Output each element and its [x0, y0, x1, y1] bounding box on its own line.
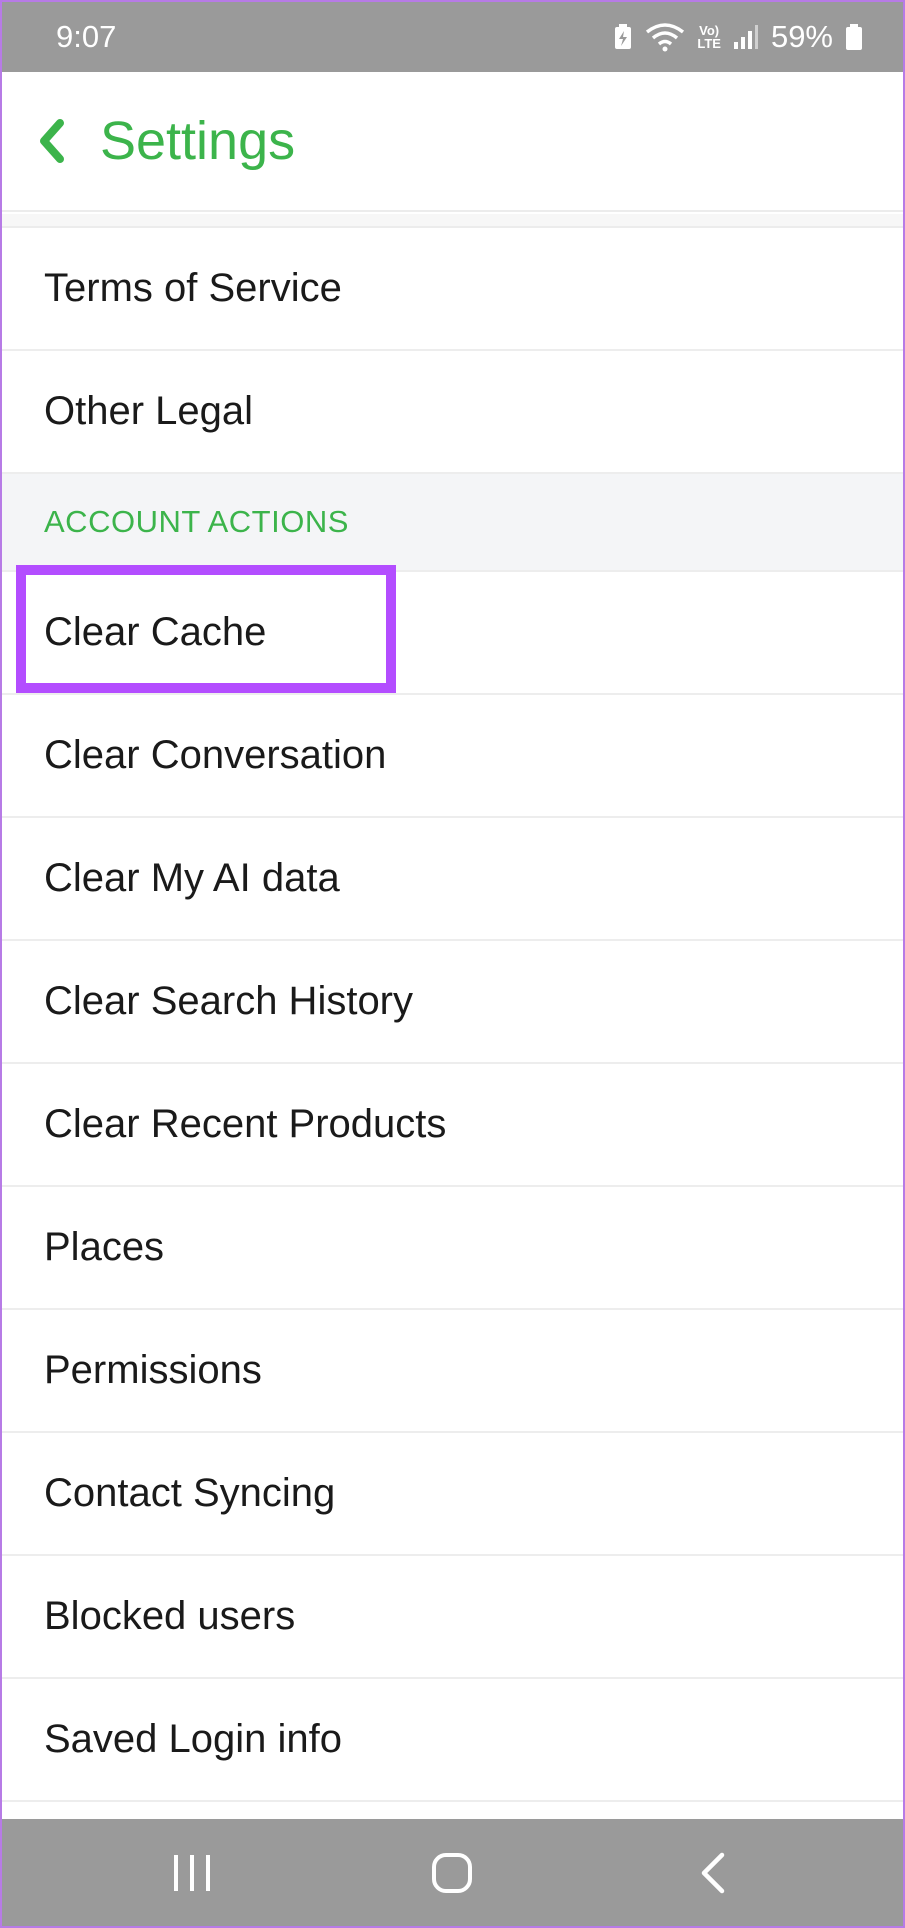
home-icon[interactable]	[392, 1833, 512, 1913]
list-item-clear-my-ai-data[interactable]: Clear My AI data	[2, 818, 903, 941]
battery-percent: 59%	[770, 19, 833, 54]
status-bar: 9:07 Vo) LTE 59%	[2, 2, 903, 72]
header-divider	[2, 214, 903, 228]
list-item-places[interactable]: Places	[2, 1187, 903, 1310]
list-item-saved-login-info[interactable]: Saved Login info	[2, 1679, 903, 1802]
list-item-clear-conversation[interactable]: Clear Conversation	[2, 695, 903, 818]
settings-header: Settings	[2, 72, 903, 212]
status-time: 9:07	[56, 19, 117, 54]
list-item-blocked-users[interactable]: Blocked users	[2, 1556, 903, 1679]
battery-icon	[845, 23, 863, 51]
recents-icon[interactable]	[132, 1833, 252, 1913]
signal-icon	[733, 24, 759, 50]
lte-label: LTE	[697, 36, 721, 51]
list-item-other-legal[interactable]: Other Legal	[2, 351, 903, 474]
list-item-clear-search-history[interactable]: Clear Search History	[2, 941, 903, 1064]
list-item-contact-syncing[interactable]: Contact Syncing	[2, 1433, 903, 1556]
battery-saver-icon	[613, 23, 633, 51]
list-item-clear-cache[interactable]: Clear Cache	[2, 572, 903, 695]
settings-list: Terms of Service Other Legal ACCOUNT ACT…	[2, 228, 903, 1802]
volte-icon: Vo) LTE	[697, 24, 721, 50]
list-item-terms-of-service[interactable]: Terms of Service	[2, 228, 903, 351]
wifi-icon	[645, 22, 685, 52]
page-title: Settings	[100, 111, 296, 171]
phone-screen: 9:07 Vo) LTE 59% Settings Terms of Servi…	[0, 0, 905, 1928]
status-icons: Vo) LTE 59%	[613, 19, 863, 55]
chevron-left-icon[interactable]	[36, 118, 70, 164]
back-icon[interactable]	[653, 1833, 773, 1913]
system-nav-bar	[2, 1819, 903, 1926]
list-item-permissions[interactable]: Permissions	[2, 1310, 903, 1433]
list-item-clear-recent-products[interactable]: Clear Recent Products	[2, 1064, 903, 1187]
section-header-account-actions: ACCOUNT ACTIONS	[2, 474, 903, 572]
